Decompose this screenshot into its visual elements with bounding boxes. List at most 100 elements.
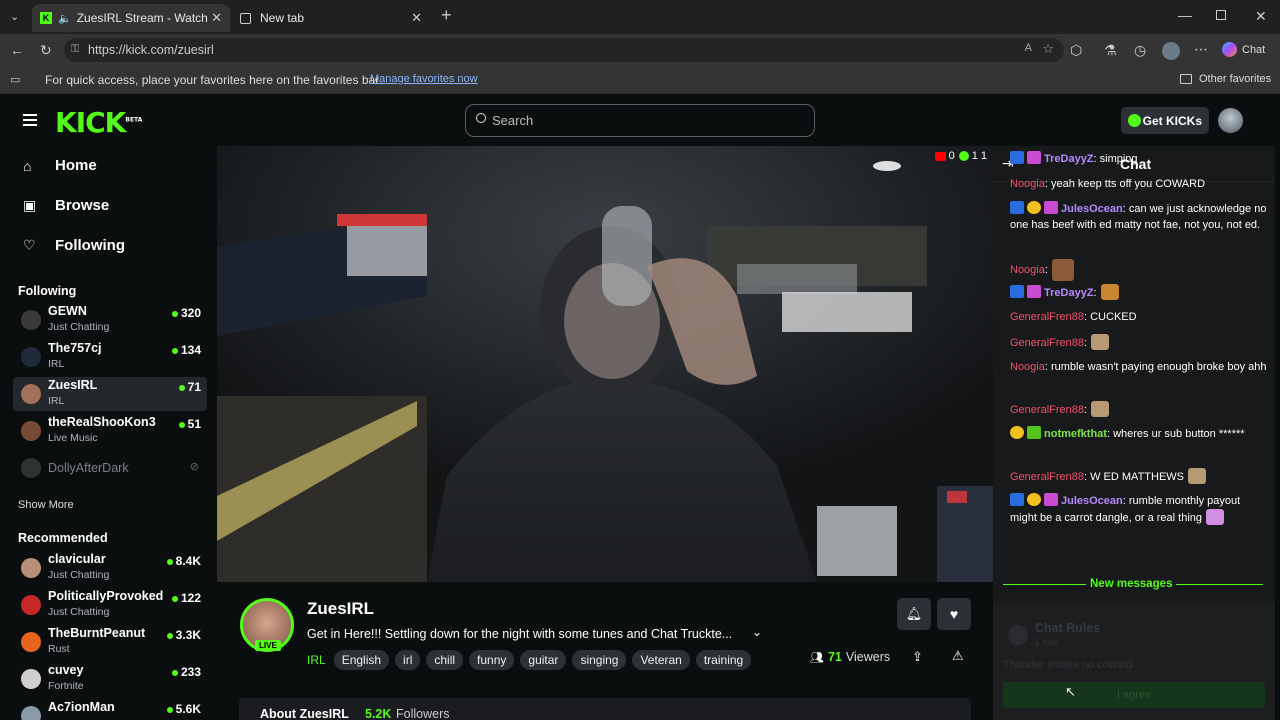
more-menu-icon[interactable]: ⋯ bbox=[1194, 42, 1208, 56]
nav-home[interactable]: ⌂ Home bbox=[23, 157, 97, 174]
tag-chip[interactable]: chill bbox=[426, 650, 464, 670]
emote-icon bbox=[1188, 468, 1207, 484]
report-icon[interactable]: ⚠ bbox=[952, 648, 964, 664]
agree-button[interactable]: I agree bbox=[1003, 682, 1265, 708]
tab-title: ZuesIRL Stream - Watch Live o bbox=[76, 11, 209, 25]
tag-chip[interactable]: Veteran bbox=[632, 650, 690, 670]
channel-item[interactable]: theRealShooKon3 Live Music 51 bbox=[13, 414, 207, 448]
hamburger-menu-icon[interactable] bbox=[23, 114, 37, 126]
channel-item[interactable]: GEWN Just Chatting 320 bbox=[13, 303, 207, 337]
tab-title: New tab bbox=[260, 11, 305, 25]
chat-username[interactable]: GeneralFren88 bbox=[1010, 311, 1084, 323]
chat-username[interactable]: notmefkthat bbox=[1044, 428, 1107, 440]
rules-text: Thunder smites no coward bbox=[1003, 659, 1133, 671]
channel-item[interactable]: Ac7ionMan 5.6K bbox=[13, 699, 207, 720]
tag-chip[interactable]: irl bbox=[395, 650, 421, 670]
profile-icon[interactable] bbox=[1162, 42, 1180, 60]
show-more-link[interactable]: Show More bbox=[18, 499, 74, 511]
refresh-icon[interactable]: ↻ bbox=[40, 43, 52, 57]
close-tab-icon[interactable]: ✕ bbox=[411, 10, 422, 26]
chat-username[interactable]: Noogia bbox=[1010, 361, 1045, 373]
channel-item[interactable]: DollyAfterDark ⊘ bbox=[13, 451, 207, 485]
chat-username[interactable]: GeneralFren88 bbox=[1010, 471, 1084, 483]
kick-logo[interactable]: KICKBETA bbox=[55, 106, 142, 139]
chat-rules-modal: Chat Rules 1 rule Thunder smites no cowa… bbox=[993, 604, 1275, 720]
chat-text: : rumble wasn't paying enough broke boy … bbox=[1044, 361, 1267, 373]
chat-message: JulesOcean: can we just acknowledge no o… bbox=[1010, 201, 1270, 233]
video-stats-overlay: 0 1 1 bbox=[934, 150, 987, 162]
channel-item[interactable]: The757cj IRL 134 bbox=[13, 340, 207, 374]
rules-avatar bbox=[1008, 625, 1028, 645]
nav-following[interactable]: ♡ Following bbox=[23, 237, 125, 254]
subscriber-badge-icon bbox=[1027, 285, 1041, 298]
channel-item[interactable]: ZuesIRL IRL 71 bbox=[13, 377, 207, 411]
chat-username[interactable]: GeneralFren88 bbox=[1010, 337, 1084, 349]
new-tab-plus-icon[interactable]: + bbox=[441, 6, 452, 24]
viewer-count: 320 bbox=[171, 306, 201, 320]
tag-chip[interactable]: training bbox=[695, 650, 752, 670]
notify-button[interactable]: 🔔︎ bbox=[897, 598, 931, 630]
tag-chip[interactable]: English bbox=[333, 650, 390, 670]
close-window-icon[interactable]: ✕ bbox=[1255, 9, 1267, 23]
tag-chip[interactable]: guitar bbox=[520, 650, 567, 670]
tag-chip[interactable]: singing bbox=[572, 650, 627, 670]
channel-avatar bbox=[21, 595, 41, 615]
other-favorites[interactable]: Other favorites bbox=[1199, 73, 1271, 85]
close-tab-icon[interactable]: ✕ bbox=[211, 10, 222, 26]
viewer-count-number: 71 bbox=[187, 380, 201, 394]
channel-item[interactable]: clavicular Just Chatting 8.4K bbox=[13, 551, 207, 585]
viewer-count-number: 3.3K bbox=[175, 628, 201, 642]
channel-name: cuvey bbox=[48, 663, 84, 677]
video-player[interactable]: 0 1 1 bbox=[217, 146, 993, 582]
channel-category: Just Chatting bbox=[48, 569, 110, 581]
chat-username[interactable]: Noogia bbox=[1010, 264, 1045, 276]
category-link[interactable]: IRL bbox=[307, 653, 326, 667]
get-kicks-button[interactable]: Get KICKs bbox=[1121, 107, 1209, 134]
chat-username[interactable]: TreDayyZ bbox=[1044, 287, 1094, 299]
live-dot-icon bbox=[166, 706, 173, 713]
chat-message: GeneralFren88: CUCKED bbox=[1010, 309, 1270, 325]
tab-new-tab[interactable]: New tab ✕ bbox=[232, 4, 430, 32]
speaker-icon[interactable]: 🔈 bbox=[58, 12, 72, 25]
viewer-count-number: 51 bbox=[187, 417, 201, 431]
channel-name[interactable]: ZuesIRL bbox=[307, 599, 374, 619]
site-info-icon[interactable]: ⚿ bbox=[71, 43, 79, 56]
channel-name: clavicular bbox=[48, 552, 106, 566]
nav-browse[interactable]: ▣ Browse bbox=[23, 197, 109, 214]
channel-item[interactable]: TheBurntPeanut Rust 3.3K bbox=[13, 625, 207, 659]
new-messages-label[interactable]: New messages bbox=[1086, 578, 1177, 590]
offline-icon: ⊘ bbox=[189, 461, 199, 473]
agree-label: I agree bbox=[1116, 689, 1152, 701]
chat-username[interactable]: JulesOcean bbox=[1061, 495, 1123, 507]
expand-title-icon[interactable]: ⌄ bbox=[752, 625, 762, 639]
performance-icon[interactable]: ⚗ bbox=[1104, 43, 1117, 57]
recommended-heading: Recommended bbox=[18, 531, 108, 545]
url-field[interactable]: ⚿ https://kick.com/zuesirl A ☆ bbox=[64, 38, 1064, 62]
back-icon[interactable]: ← bbox=[10, 43, 24, 57]
gifter-badge-icon bbox=[1010, 426, 1024, 439]
favorites-bar: ▭ For quick access, place your favorites… bbox=[0, 66, 1280, 94]
copilot-button[interactable]: Chat bbox=[1222, 42, 1265, 57]
maximize-icon[interactable] bbox=[1216, 10, 1226, 20]
vip-badge-icon bbox=[1010, 493, 1024, 506]
chat-username[interactable]: GeneralFren88 bbox=[1010, 404, 1084, 416]
history-icon[interactable]: ◷ bbox=[1134, 43, 1146, 57]
channel-avatar bbox=[21, 632, 41, 652]
search-input[interactable]: Search bbox=[465, 104, 815, 137]
user-avatar[interactable] bbox=[1218, 108, 1243, 133]
extensions-icon[interactable]: ⬡ bbox=[1070, 43, 1082, 57]
manage-favorites-link[interactable]: Manage favorites now bbox=[370, 73, 478, 85]
chat-username[interactable]: JulesOcean bbox=[1061, 203, 1123, 215]
chat-username[interactable]: TreDayyZ bbox=[1044, 153, 1094, 165]
tab-zuesirl[interactable]: K 🔈 ZuesIRL Stream - Watch Live o ✕ bbox=[32, 4, 230, 32]
read-aloud-icon[interactable]: A bbox=[1025, 42, 1032, 54]
channel-item[interactable]: PoliticallyProvoked Just Chatting 122 bbox=[13, 588, 207, 622]
chat-username[interactable]: Noogia bbox=[1010, 178, 1045, 190]
follow-button[interactable]: ♥ bbox=[937, 598, 971, 630]
channel-item[interactable]: cuvey Fortnite 233 bbox=[13, 662, 207, 696]
favorite-star-icon[interactable]: ☆ bbox=[1042, 41, 1054, 57]
share-icon[interactable]: ⇪ bbox=[912, 649, 923, 665]
minimize-icon[interactable]: — bbox=[1178, 8, 1192, 22]
tag-chip[interactable]: funny bbox=[469, 650, 515, 670]
tab-actions-icon[interactable]: ⌄ bbox=[10, 10, 19, 24]
